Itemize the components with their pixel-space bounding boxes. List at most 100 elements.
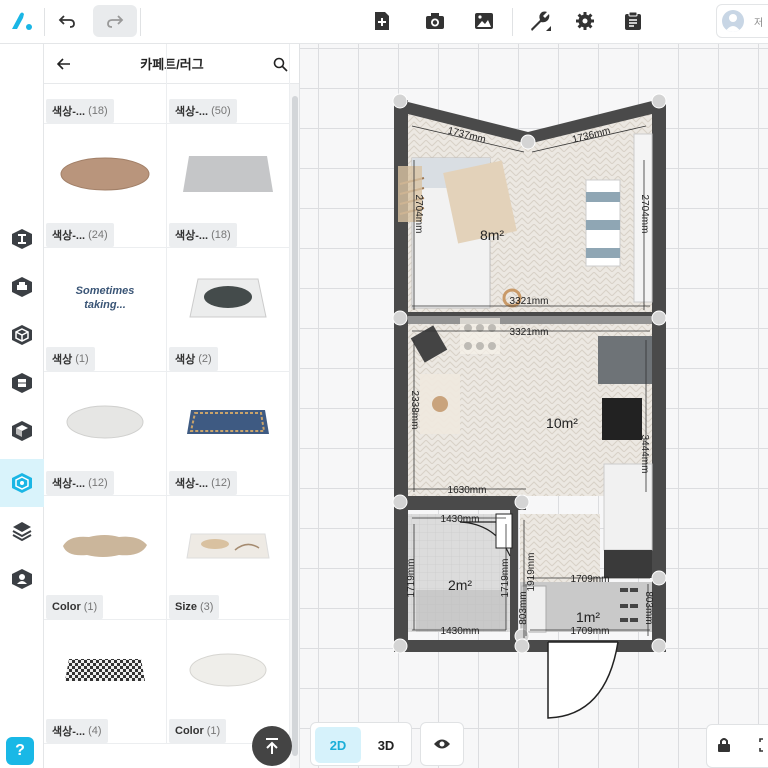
product-label: 색상-... (12) <box>169 471 237 495</box>
dim-bath-right: 1719mm <box>500 559 511 598</box>
avatar <box>722 10 744 32</box>
room-area-hall: 1m² <box>576 609 600 625</box>
product-card[interactable]: 색상 (2) <box>167 248 290 372</box>
layers-icon <box>12 522 32 542</box>
rail-structure-button[interactable] <box>0 215 44 263</box>
product-card[interactable]: 색상-... (24) <box>44 124 167 248</box>
product-label: 색상-... (50) <box>169 99 237 123</box>
add-page-button[interactable] <box>360 5 404 37</box>
product-card[interactable]: 색상-... (18) <box>167 124 290 248</box>
floorplan-canvas[interactable]: 1737mm 1736mm 2704mm 2704mm 3321mm 3321m… <box>300 44 768 768</box>
view-2d-button[interactable]: 2D <box>315 727 361 763</box>
rail-person-button[interactable] <box>0 555 44 603</box>
rug-thumbnail <box>44 496 166 596</box>
view-mode-toggle: 2D 3D <box>310 722 412 766</box>
svg-text:Sometimes: Sometimes <box>76 285 135 297</box>
rug-thumbnail <box>167 372 289 472</box>
dim-bath-inner: 1430mm <box>441 514 480 525</box>
image-icon <box>475 13 493 29</box>
product-label: 색상 (1) <box>46 347 95 371</box>
clipboard-button[interactable] <box>611 5 655 37</box>
rail-materials-button[interactable] <box>0 407 44 455</box>
image-button[interactable] <box>462 5 506 37</box>
settings-button[interactable] <box>563 5 607 37</box>
gear-icon <box>576 12 594 30</box>
product-label: 색상-... (4) <box>46 719 108 743</box>
material-icon <box>12 421 32 441</box>
product-label: 색상-... (12) <box>46 471 114 495</box>
wrench-icon <box>531 11 551 31</box>
product-label: 색상-... (24) <box>46 223 114 247</box>
scroll-to-top-button[interactable] <box>252 726 292 766</box>
product-card[interactable]: Sometimes taking... 색상 (1) <box>44 248 167 372</box>
rail-furniture-button[interactable] <box>0 263 44 311</box>
dim-right-middle: 3444mm <box>639 435 650 474</box>
lock-button[interactable] <box>717 737 731 758</box>
dim-width-a: 3321mm <box>510 296 549 307</box>
dim-right-upper: 2704mm <box>639 195 650 234</box>
room-area-bathroom: 2m² <box>448 577 472 593</box>
product-card[interactable]: 색상-... (18) <box>44 44 167 124</box>
user-menu[interactable]: 저 <box>716 4 768 38</box>
undo-button[interactable] <box>45 5 89 37</box>
camera-button[interactable] <box>413 5 457 37</box>
rail-layers-button[interactable] <box>0 507 44 555</box>
help-button[interactable]: ? <box>6 737 34 765</box>
product-card[interactable]: 색상-... (12) <box>167 372 290 496</box>
rug-catalog-panel: 카페트/러그 색상-... (18) 색상-... (50) 색상-... (24) … <box>44 44 300 768</box>
dim-left-middle: 2338mm <box>409 391 420 430</box>
product-card[interactable]: Color (1) <box>44 496 167 620</box>
rug-thumbnail: Sometimes taking... <box>44 248 166 348</box>
beam-icon <box>12 229 32 249</box>
rug-thumbnail <box>167 124 289 224</box>
svg-text:taking...: taking... <box>84 299 126 311</box>
dim-door: 1919mm <box>526 553 537 592</box>
rug-thumbnail <box>167 620 289 720</box>
dim-left-upper: 2704mm <box>413 195 424 234</box>
product-label: Size (3) <box>169 595 220 619</box>
dim-bath-width: 1630mm <box>448 485 487 496</box>
rail-box-button[interactable] <box>0 311 44 359</box>
cube-icon <box>12 325 32 345</box>
dim-bottom-right: 1709mm <box>571 626 610 637</box>
dim-width-b: 3321mm <box>510 327 549 338</box>
person-icon <box>12 569 32 589</box>
user-name: 저 <box>754 17 764 29</box>
floorplan: 1737mm 1736mm 2704mm 2704mm 3321mm 3321m… <box>392 93 667 719</box>
dim-hall-width: 1709mm <box>571 574 610 585</box>
visibility-button[interactable] <box>420 722 464 766</box>
add-page-icon <box>375 12 389 30</box>
dim-hall-left: 803mm <box>518 591 529 624</box>
view-3d-button[interactable]: 3D <box>363 727 409 763</box>
product-card[interactable]: Size (3) <box>167 496 290 620</box>
rug-thumbnail <box>44 124 166 224</box>
rail-rugs-button[interactable] <box>0 459 44 507</box>
fit-view-button[interactable] <box>759 738 768 757</box>
product-card[interactable]: 색상-... (4) <box>44 620 167 744</box>
room-area-living: 10m² <box>546 415 578 431</box>
arrow-up-icon <box>266 738 278 754</box>
product-label: 색상-... (18) <box>46 99 114 123</box>
product-label: Color (1) <box>169 719 227 743</box>
frame-icon <box>759 738 763 752</box>
rug-icon <box>12 473 32 493</box>
panel-scrollbar[interactable] <box>290 84 299 768</box>
dim-bottom-left: 1430mm <box>441 626 480 637</box>
logo-icon[interactable] <box>0 5 44 37</box>
room-area-bedroom: 8m² <box>480 227 504 243</box>
camera-icon <box>426 13 444 29</box>
rug-thumbnail <box>44 620 166 720</box>
rug-thumbnail <box>167 248 289 348</box>
tools-button[interactable] <box>518 5 562 37</box>
undo-icon <box>58 15 75 28</box>
left-rail <box>0 44 44 768</box>
product-card[interactable]: 색상-... (50) <box>167 44 290 124</box>
rug-thumbnail <box>44 372 166 472</box>
lock-icon <box>718 738 730 752</box>
product-card[interactable]: 색상-... (12) <box>44 372 167 496</box>
product-label: 색상-... (18) <box>169 223 237 247</box>
sofa-icon <box>12 277 32 297</box>
redo-icon <box>107 15 124 28</box>
rail-objects-button[interactable] <box>0 359 44 407</box>
redo-button[interactable] <box>93 5 137 37</box>
